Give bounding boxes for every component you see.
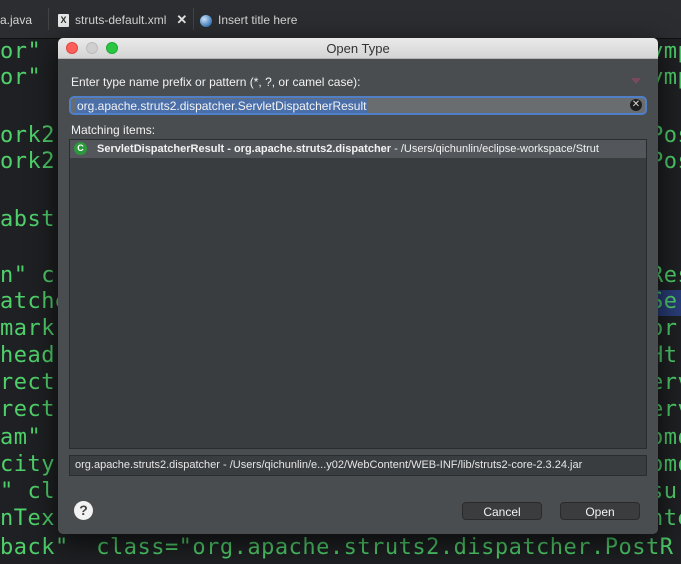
tab-struts-default-xml[interactable]: Xstruts-default.xml ✕	[58, 8, 187, 32]
dialog-titlebar[interactable]: Open Type	[58, 38, 658, 59]
search-input[interactable]: org.apache.struts2.dispatcher.ServletDis…	[75, 99, 369, 113]
matching-items-list[interactable]: C ServletDispatcherResult - org.apache.s…	[69, 139, 647, 449]
selected-type-location: org.apache.struts2.dispatcher - /Users/q…	[69, 455, 647, 476]
code-fragment: abst	[0, 207, 55, 232]
tab-divider	[48, 8, 49, 30]
tab-java-file[interactable]: a.java	[0, 8, 32, 32]
tab-divider	[193, 8, 194, 30]
tab-label: struts-default.xml	[75, 13, 167, 27]
search-prompt-label: Enter type name prefix or pattern (*, ?,…	[71, 75, 361, 89]
code-fragment: n" c	[0, 263, 55, 288]
list-item-text: ServletDispatcherResult - org.apache.str…	[97, 140, 599, 158]
tab-label: a.java	[0, 13, 33, 27]
code-fragment: head	[0, 343, 55, 368]
type-package: org.apache.struts2.dispatcher	[233, 143, 392, 155]
history-dropdown-icon[interactable]	[631, 78, 641, 84]
matching-items-label: Matching items:	[71, 123, 156, 137]
open-button[interactable]: Open	[560, 502, 640, 520]
globe-icon	[200, 14, 212, 27]
code-fragment: or"	[0, 65, 42, 90]
type-search-field[interactable]: org.apache.struts2.dispatcher.ServletDis…	[69, 96, 647, 115]
class-icon: C	[74, 142, 87, 155]
cancel-button[interactable]: Cancel	[462, 502, 542, 520]
code-fragment: mark	[0, 316, 55, 341]
clear-search-icon[interactable]: ✕	[630, 99, 642, 111]
tab-insert-title[interactable]: Insert title here	[200, 8, 297, 32]
code-fragment: ork2	[0, 123, 55, 148]
code-fragment: " cl	[0, 479, 55, 504]
code-fragment: rect	[0, 370, 55, 395]
type-name: ServletDispatcherResult	[97, 143, 225, 155]
close-icon[interactable]: ✕	[176, 8, 187, 32]
editor-tab-bar: a.java Xstruts-default.xml ✕ Insert title…	[0, 0, 681, 39]
help-icon[interactable]: ?	[74, 501, 93, 520]
code-fragment: or"	[0, 39, 42, 64]
type-path: - /Users/qichunlin/eclipse-workspace/Str…	[391, 143, 599, 155]
list-item[interactable]: C ServletDispatcherResult - org.apache.s…	[70, 140, 646, 158]
code-fragment: city	[0, 452, 55, 477]
tab-label: Insert title here	[218, 13, 298, 27]
code-fragment: am"	[0, 425, 42, 450]
open-type-dialog: Open Type Enter type name prefix or patt…	[58, 38, 658, 534]
code-fragment: back" class="org.apache.struts2.dispatch…	[0, 535, 674, 560]
name-separator: -	[224, 143, 234, 155]
dialog-title: Open Type	[326, 41, 390, 56]
code-fragment: rect	[0, 397, 55, 422]
code-fragment: nTex	[0, 506, 55, 531]
code-fragment: ork2	[0, 149, 55, 174]
xml-file-icon: X	[58, 14, 69, 28]
